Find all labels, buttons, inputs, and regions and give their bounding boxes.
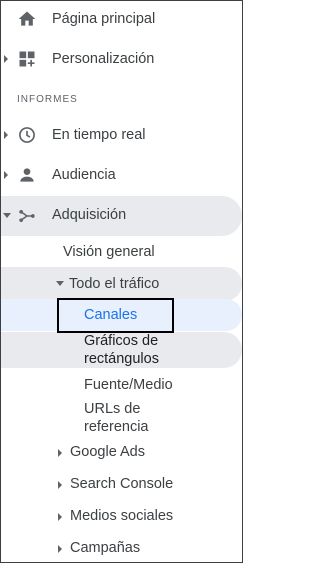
nav-item-home[interactable]: Página principal [1,1,242,37]
nav-subitem-source-medium[interactable]: Fuente/Medio [84,377,173,393]
nav-item-label-line1: URLs de [84,401,141,417]
nav-subitem-overview[interactable]: Visión general [63,244,155,260]
highlight-box [57,298,174,333]
collapse-caret-icon [3,213,11,218]
nav-item-label: Campañas [70,540,141,556]
collapse-caret-icon [56,281,64,286]
acquisition-branch-icon [19,210,35,222]
nav-item-acquisition[interactable]: Adquisición [1,196,242,236]
nav-item-realtime[interactable]: En tiempo real [1,117,242,153]
clock-icon [19,127,35,143]
home-icon [18,11,36,26]
nav-item-customization[interactable]: Personalización [1,41,242,77]
nav-item-label: Medios sociales [70,508,174,524]
expand-caret-icon [58,481,62,489]
nav-item-label: Personalización [52,51,155,67]
expand-caret-icon [4,171,8,179]
expand-caret-icon [4,131,8,139]
nav-item-label: En tiempo real [52,127,146,143]
nav-item-label-line2: referencia [84,419,149,435]
nav-item-audience[interactable]: Audiencia [1,157,242,193]
nav-item-label-line1: Gráficos de [84,333,159,349]
dashboard-plus-icon [19,51,35,67]
nav-subitem-social[interactable]: Medios sociales [1,505,242,529]
nav-subitem-referrals[interactable]: URLs de referencia [1,399,242,437]
nav-sidebar: Página principal Personalización INFORME… [0,0,243,563]
nav-item-label-line2: rectángulos [84,351,159,367]
expand-caret-icon [58,449,62,457]
nav-item-label: Todo el tráfico [69,276,160,292]
expand-caret-icon [58,545,62,553]
section-header-reports: INFORMES [17,94,78,105]
nav-item-label: Google Ads [70,444,145,460]
nav-item-label: Audiencia [52,167,116,183]
nav-subitem-search-console[interactable]: Search Console [1,473,242,497]
nav-item-label: Página principal [52,11,156,27]
nav-item-label: Adquisición [52,207,127,223]
person-icon [20,168,34,182]
nav-subitem-all-traffic[interactable]: Todo el tráfico [1,267,242,301]
nav-subitem-campaigns[interactable]: Campañas [1,537,242,561]
nav-item-label: Search Console [70,476,174,492]
expand-caret-icon [4,55,8,63]
expand-caret-icon [58,513,62,521]
nav-subitem-google-ads[interactable]: Google Ads [1,441,242,465]
nav-subitem-treemaps[interactable]: Gráficos de rectángulos [1,332,242,368]
